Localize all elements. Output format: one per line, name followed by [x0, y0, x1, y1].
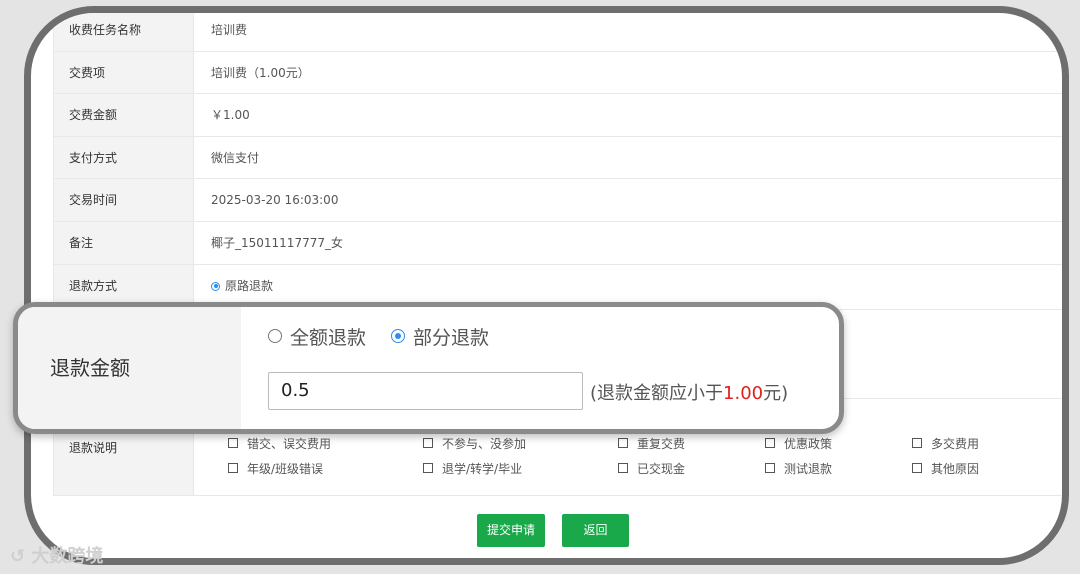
checkbox-icon: [228, 462, 238, 473]
reason-checkbox[interactable]: 多交费用: [912, 435, 979, 452]
reason-checkbox[interactable]: 测试退款: [765, 460, 832, 477]
table-row: 收费任务名称 培训费: [54, 13, 1062, 52]
reason-checkbox[interactable]: 不参与、没参加: [423, 435, 526, 452]
checkbox-icon: [423, 462, 433, 473]
row-label: 支付方式: [54, 136, 194, 179]
reason-checkbox[interactable]: 退学/转学/毕业: [423, 460, 522, 477]
radio-unselected-icon: [268, 329, 282, 343]
reason-checkbox[interactable]: 错交、误交费用: [228, 435, 331, 452]
table-row: 支付方式 微信支付: [54, 136, 1062, 180]
row-label: 收费任务名称: [54, 13, 194, 51]
refund-amount-zoom: 退款金额 全额退款 部分退款 0.5 (退款金额应小于1.00元): [13, 302, 844, 434]
refund-form-panel: 收费任务名称 培训费 交费项 培训费（1.00元） 交费金额 ￥1.00 支付方…: [24, 6, 1069, 565]
reason-checkbox[interactable]: 重复交费: [618, 435, 685, 452]
watermark: ↺ 大数跨境: [10, 546, 104, 567]
checkbox-icon: [618, 437, 628, 448]
partial-refund-radio[interactable]: 部分退款: [391, 323, 489, 350]
watermark-logo-icon: ↺: [10, 546, 26, 567]
checkbox-icon: [765, 437, 775, 448]
row-value: 微信支付: [211, 150, 260, 165]
checkbox-icon: [912, 437, 922, 448]
reason-checkbox[interactable]: 已交现金: [618, 460, 685, 477]
checkbox-icon: [228, 437, 238, 448]
row-value: ￥1.00: [211, 108, 250, 123]
row-label: 交费金额: [54, 94, 194, 136]
refund-amount-label: 退款金额: [18, 307, 241, 429]
table-row: 备注 椰子_15011117777_女: [54, 221, 1062, 265]
table-row: 交易时间 2025-03-20 16:03:00: [54, 179, 1062, 222]
reason-checkbox[interactable]: 优惠政策: [765, 435, 832, 452]
checkbox-icon: [765, 462, 775, 473]
reason-checkbox[interactable]: 年级/班级错误: [228, 460, 323, 477]
radio-selected-icon: [391, 329, 405, 343]
refund-method-label: 原路退款: [225, 278, 274, 293]
checkbox-icon: [912, 462, 922, 473]
max-amount: 1.00: [723, 383, 764, 404]
table-row: 交费金额 ￥1.00: [54, 94, 1062, 137]
checkbox-icon: [618, 462, 628, 473]
row-value: 培训费（1.00元）: [211, 65, 310, 80]
row-value: 培训费: [211, 23, 248, 37]
table-row: 交费项 培训费（1.00元）: [54, 51, 1062, 95]
row-label: 交费项: [54, 51, 194, 94]
back-button[interactable]: 返回: [562, 514, 629, 547]
submit-button[interactable]: 提交申请: [477, 514, 545, 547]
row-label: 交易时间: [54, 179, 194, 221]
refund-amount-input[interactable]: 0.5: [268, 372, 583, 410]
refund-amount-hint: (退款金额应小于1.00元): [590, 383, 789, 404]
row-value: 2025-03-20 16:03:00: [211, 193, 339, 208]
reason-checkbox[interactable]: 其他原因: [912, 460, 979, 477]
full-refund-radio[interactable]: 全额退款: [268, 323, 366, 350]
row-label: 备注: [54, 221, 194, 264]
radio-selected-icon: [211, 281, 220, 291]
checkbox-icon: [423, 437, 433, 448]
row-value: 椰子_15011117777_女: [211, 235, 343, 250]
